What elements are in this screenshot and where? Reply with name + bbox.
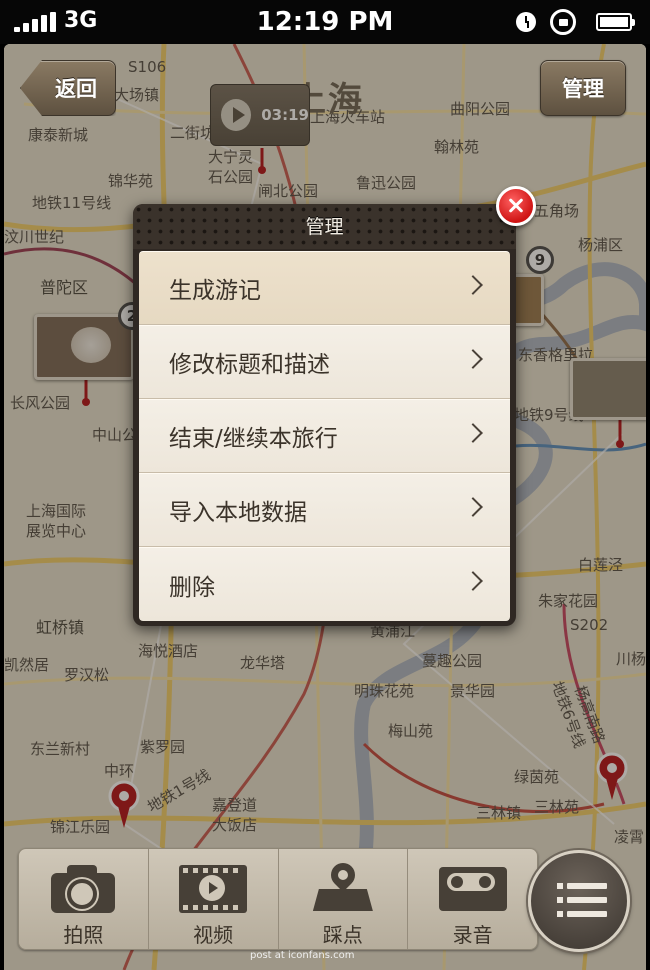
chevron-right-icon (463, 571, 483, 591)
menu-item-import-local-data[interactable]: 导入本地数据 (139, 473, 510, 547)
menu-item-label: 生成游记 (169, 278, 261, 304)
menu-item-label: 删除 (169, 574, 215, 601)
list-menu-button[interactable] (528, 850, 630, 952)
rotation-lock-icon (550, 9, 576, 35)
record-label: 录音 (452, 923, 493, 947)
status-bar: 3G 12:19 PM (0, 0, 650, 44)
alarm-icon (516, 12, 536, 32)
photo-button[interactable]: 拍照 (19, 849, 149, 949)
watermark: post at iconfans.com (250, 950, 355, 961)
video-button[interactable]: 视频 (149, 849, 279, 949)
spot-label: 踩点 (322, 923, 363, 947)
map-pin-icon (307, 858, 379, 913)
menu-item-delete[interactable]: 删除 (139, 547, 510, 621)
menu-item-edit-title[interactable]: 修改标题和描述 (139, 325, 510, 399)
manage-popup: 管理 生成游记 修改标题和描述 结束/继续本旅行 导入本地数据 删除 (133, 204, 516, 626)
chevron-right-icon (463, 497, 483, 517)
battery-icon (596, 13, 635, 31)
list-icon (557, 883, 563, 889)
chevron-right-icon (463, 349, 483, 369)
menu-item-end-continue-trip[interactable]: 结束/继续本旅行 (139, 399, 510, 473)
cassette-icon (437, 863, 509, 913)
popup-title: 管理 (133, 204, 516, 249)
camera-icon (47, 863, 119, 913)
menu-item-generate-journal[interactable]: 生成游记 (139, 251, 510, 325)
spot-button[interactable]: 踩点 (279, 849, 409, 949)
menu-item-label: 结束/继续本旅行 (169, 426, 338, 452)
video-label: 视频 (193, 923, 234, 947)
manage-button[interactable]: 管理 (540, 60, 626, 116)
menu-item-label: 修改标题和描述 (169, 352, 330, 378)
chevron-right-icon (463, 423, 483, 443)
bottom-toolbar: 拍照 视频 踩点 录音 (18, 848, 538, 950)
photo-label: 拍照 (63, 923, 104, 947)
film-icon (177, 863, 249, 913)
close-icon[interactable] (496, 186, 536, 226)
chevron-right-icon (463, 275, 483, 295)
popup-menu: 生成游记 修改标题和描述 结束/继续本旅行 导入本地数据 删除 (139, 251, 510, 621)
record-button[interactable]: 录音 (408, 849, 537, 949)
menu-item-label: 导入本地数据 (169, 500, 307, 526)
